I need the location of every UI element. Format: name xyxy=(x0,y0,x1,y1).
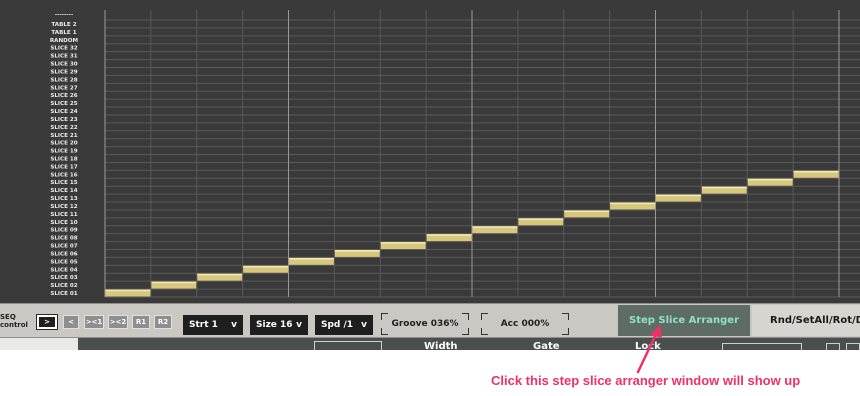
seq-control-label: SEQ control xyxy=(0,313,28,329)
grid-row-label: SLICE 23 xyxy=(50,117,77,123)
grid-row-label: SLICE 15 xyxy=(50,180,77,186)
grid-row-label: SLICE 32 xyxy=(50,46,77,52)
step-slice-bar-highlight xyxy=(105,289,151,292)
step-slice-bar-highlight xyxy=(701,186,747,189)
seq-label-line2: control xyxy=(0,321,28,329)
grid-row-label: SLICE 02 xyxy=(50,283,77,289)
step-slice-bar-highlight xyxy=(472,226,518,228)
step-slice-bar-highlight xyxy=(426,234,472,236)
grid-row-label: SLICE 19 xyxy=(50,149,77,155)
lower-gate-label: Gate xyxy=(533,341,560,350)
random-1-button[interactable]: R1 xyxy=(132,315,150,329)
start-step-dropdown[interactable]: Strt 1 v xyxy=(183,315,243,335)
grid-row-label: TABLE 2 xyxy=(51,22,76,28)
grid-row-label: SLICE 21 xyxy=(50,133,77,139)
grid-row-label: RANDOM xyxy=(50,38,79,44)
accent-value: Acc 000% xyxy=(500,319,550,329)
grid-row-label: SLICE 26 xyxy=(50,93,77,99)
grid-row-label: SLICE 09 xyxy=(50,228,77,234)
grid-row-label: SLICE 14 xyxy=(50,188,77,194)
step-slice-grid-panel: -------- TABLE 2 TABLE 1 RANDOM SLICE 32 SLIC… xyxy=(0,0,860,303)
step-slice-bar-highlight xyxy=(151,281,197,284)
chevron-down-icon: v xyxy=(361,320,367,330)
annotation-arrow-icon xyxy=(636,325,662,374)
grid-row-label: SLICE 24 xyxy=(50,109,77,115)
chevron-down-icon: v xyxy=(296,320,302,330)
grid-row-label: SLICE 08 xyxy=(50,236,77,242)
lower-panel-square-2 xyxy=(846,343,860,350)
step-slice-bar-highlight xyxy=(610,202,655,205)
step-slice-bar-highlight xyxy=(334,250,380,252)
grid-row-label: SLICE 07 xyxy=(50,244,77,250)
groove-control[interactable]: Groove 036% xyxy=(381,313,469,335)
start-step-value: Strt 1 xyxy=(189,320,218,330)
pingpong-2-button[interactable]: ><2 xyxy=(108,315,128,329)
groove-value: Groove 036% xyxy=(391,319,459,329)
grid-row-label: SLICE 11 xyxy=(50,212,77,218)
grid-row-label: SLICE 13 xyxy=(50,196,77,202)
step-slice-bar-highlight xyxy=(518,218,564,220)
speed-dropdown[interactable]: Spd /1 v xyxy=(315,315,373,335)
grid-row-label: SLICE 22 xyxy=(50,125,77,131)
annotation-text: Click this step slice arranger window wi… xyxy=(491,373,801,388)
step-slice-bar-highlight xyxy=(564,210,610,213)
grid-row-label: SLICE 01 xyxy=(50,291,77,297)
grid-row-label: SLICE 28 xyxy=(50,77,77,83)
seq-label-line1: SEQ xyxy=(0,313,16,321)
play-forward-button[interactable]: > xyxy=(36,314,58,330)
random-2-button[interactable]: R2 xyxy=(154,315,172,329)
step-slice-bar-highlight xyxy=(747,178,793,181)
play-reverse-button[interactable]: < xyxy=(63,315,79,329)
grid-row-label: SLICE 06 xyxy=(50,251,77,257)
grid-row-label: SLICE 10 xyxy=(50,220,77,226)
lower-width-label: Width xyxy=(424,341,458,350)
chevron-down-icon: v xyxy=(231,320,237,330)
pingpong-1-button[interactable]: ><1 xyxy=(84,315,104,329)
step-slice-bar-highlight xyxy=(289,257,334,260)
speed-value: Spd /1 xyxy=(321,320,354,330)
grid-row-label: SLICE 17 xyxy=(50,164,77,170)
grid-row-label: SLICE 30 xyxy=(50,62,77,68)
size-dropdown[interactable]: Size 16 v xyxy=(250,315,308,335)
grid-row-label: SLICE 25 xyxy=(50,101,77,107)
step-slice-bar-highlight xyxy=(197,273,243,276)
grid-row-label: SLICE 20 xyxy=(50,141,77,147)
lower-left-panel xyxy=(0,338,78,350)
grid-row-label: SLICE 03 xyxy=(50,275,77,281)
grid-top-label: -------- xyxy=(55,12,74,18)
grid-row-label: SLICE 16 xyxy=(50,172,77,178)
grid-row-label: SLICE 12 xyxy=(50,204,77,210)
grid-row-label: SLICE 27 xyxy=(50,85,77,91)
lower-panel-frame xyxy=(314,341,382,350)
step-slice-bar-highlight xyxy=(243,265,288,268)
accent-control[interactable]: Acc 000% xyxy=(481,313,569,335)
step-slice-bar-highlight xyxy=(380,242,426,244)
grid-row-label: SLICE 04 xyxy=(50,267,77,273)
grid-row-label: TABLE 1 xyxy=(51,30,76,36)
step-slice-bar-highlight xyxy=(793,170,839,173)
size-value: Size 16 xyxy=(256,320,293,330)
grid-row-label: SLICE 31 xyxy=(50,54,77,60)
lower-panel-frame-right xyxy=(722,343,802,350)
step-slice-grid[interactable]: -------- TABLE 2 TABLE 1 RANDOM SLICE 32 SLIC… xyxy=(0,0,860,303)
step-slice-bar-highlight xyxy=(656,194,701,197)
grid-row-label: SLICE 18 xyxy=(50,157,77,163)
lower-panel-square-1 xyxy=(826,343,840,350)
grid-row-label: SLICE 29 xyxy=(50,69,77,75)
rnd-setall-rot-tab[interactable]: Rnd/SetAll/Rot/D xyxy=(752,305,860,336)
grid-row-label: SLICE 05 xyxy=(50,259,77,265)
